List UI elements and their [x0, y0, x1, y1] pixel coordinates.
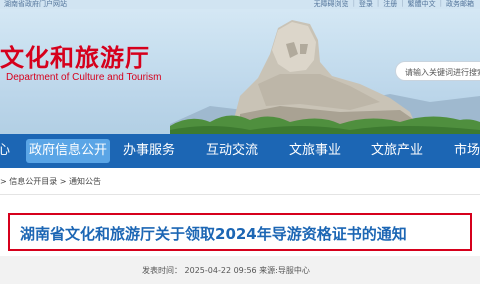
separator: |: [352, 0, 355, 7]
department-subtitle: Department of Culture and Tourism: [6, 72, 162, 83]
register-link[interactable]: 注册: [383, 0, 397, 9]
login-link[interactable]: 登录: [359, 0, 373, 9]
traditional-chinese-link[interactable]: 繁體中文: [408, 0, 436, 9]
header-banner: 湖南省政府门户网站 无障碍浏览 | 登录 | 注册 | 繁體中文 | 政务邮箱 文化和旅…: [0, 0, 480, 134]
nav-item-gov-info[interactable]: 政府信息公开: [26, 139, 111, 163]
separator: |: [376, 0, 380, 7]
nav-item-culture[interactable]: 文旅事业: [289, 134, 341, 168]
nav-item-home[interactable]: 心: [0, 134, 10, 168]
department-title: 文化和旅游厅: [0, 43, 150, 72]
separator: |: [401, 0, 404, 7]
email-link[interactable]: 政务邮箱: [446, 0, 474, 9]
separator: |: [439, 0, 442, 7]
nav-item-interaction[interactable]: 互动交流: [206, 134, 258, 168]
nav-item-market[interactable]: 市场: [454, 134, 480, 168]
main-nav: 心 政府信息公开 办事服务 互动交流 文旅事业 文旅产业 市场: [0, 134, 480, 168]
top-links: 无障碍浏览 | 登录 | 注册 | 繁體中文 | 政务邮箱: [314, 0, 474, 9]
divider: [0, 194, 480, 195]
nav-item-services[interactable]: 办事服务: [123, 134, 175, 168]
nav-item-industry[interactable]: 文旅产业: [371, 134, 423, 168]
article-title: 湖南省文化和旅游厅关于领取2024年导游资格证书的通知: [20, 225, 407, 243]
search-input[interactable]: 请输入关键词进行搜索: [395, 61, 480, 81]
accessibility-link[interactable]: 无障碍浏览: [314, 0, 349, 9]
breadcrumb[interactable]: > 信息公开目录 > 通知公告: [0, 176, 101, 187]
article-meta: 发表时间： 2025-04-22 09:56 来源:导服中心: [142, 266, 310, 275]
gov-portal-link[interactable]: 湖南省政府门户网站: [4, 0, 67, 9]
